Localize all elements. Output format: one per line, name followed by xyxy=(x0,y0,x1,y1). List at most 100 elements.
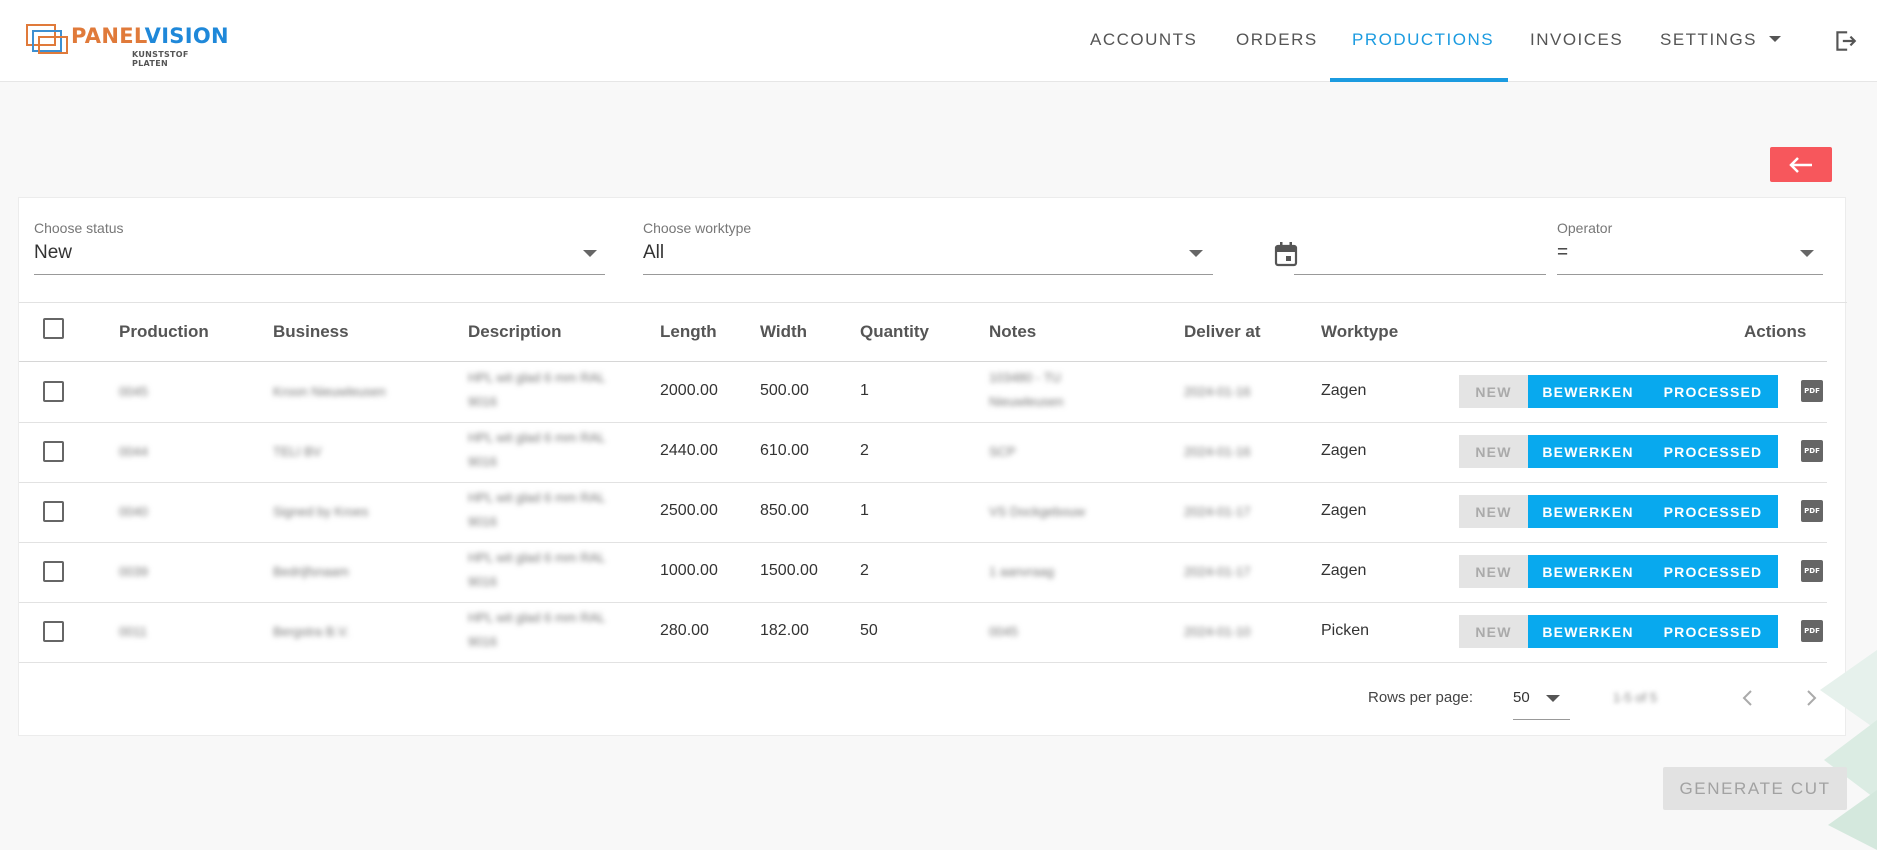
quantity: 1 xyxy=(860,502,869,519)
description: HPL wit glad 6 mm RAL 9016 xyxy=(468,610,606,649)
col-width[interactable]: Width xyxy=(760,322,807,342)
pdf-icon[interactable]: PDF xyxy=(1801,560,1823,582)
worktype: Zagen xyxy=(1321,442,1367,459)
notes: VS Dockgebouw xyxy=(989,504,1086,519)
deliver-date: 2024-01-17 xyxy=(1184,564,1251,579)
worktype: Zagen xyxy=(1321,502,1367,519)
production-id[interactable]: 0040 xyxy=(119,504,148,519)
new-button[interactable]: NEW xyxy=(1459,375,1528,408)
description: HPL wit glad 6 mm RAL 9016 xyxy=(468,550,606,589)
date-input[interactable] xyxy=(1294,220,1546,280)
bewerken-button[interactable]: BEWERKEN xyxy=(1528,435,1648,468)
processed-button[interactable]: PROCESSED xyxy=(1648,555,1778,588)
page-range: 1-5 of 5 xyxy=(1613,690,1658,705)
new-button[interactable]: NEW xyxy=(1459,495,1528,528)
width: 610.00 xyxy=(760,442,809,459)
processed-button[interactable]: PROCESSED xyxy=(1648,495,1778,528)
back-button[interactable] xyxy=(1770,147,1832,182)
operator-select[interactable]: Operator = xyxy=(1557,220,1823,280)
col-description[interactable]: Description xyxy=(468,322,562,342)
chevron-left-icon[interactable] xyxy=(1738,686,1758,710)
business-name: Signed by Kroes xyxy=(273,504,369,519)
dropdown-arrow-icon xyxy=(583,250,597,257)
length: 1000.00 xyxy=(660,562,718,579)
business-name: Kroon Nieuwleusen xyxy=(273,384,386,399)
pdf-icon[interactable]: PDF xyxy=(1801,440,1823,462)
production-id[interactable]: 0039 xyxy=(119,564,148,579)
worktype: Zagen xyxy=(1321,562,1367,579)
decorative-shape xyxy=(1820,650,1877,850)
logout-icon[interactable] xyxy=(1832,28,1858,54)
nav-orders[interactable]: ORDERS xyxy=(1236,30,1318,50)
brand-logo[interactable]: PANELVISION KUNSTSTOF PLATEN xyxy=(26,20,229,68)
new-button[interactable]: NEW xyxy=(1459,615,1528,648)
nav-accounts[interactable]: ACCOUNTS xyxy=(1090,30,1197,50)
status-value: New xyxy=(34,242,73,263)
business-name: Bedrijfsnaam xyxy=(273,564,349,579)
operator-label: Operator xyxy=(1557,220,1613,236)
col-notes[interactable]: Notes xyxy=(989,322,1036,342)
row-checkbox[interactable] xyxy=(43,621,64,642)
nav-productions[interactable]: PRODUCTIONS xyxy=(1352,30,1494,50)
dropdown-arrow-icon xyxy=(1546,695,1560,702)
col-business[interactable]: Business xyxy=(273,322,349,342)
row-checkbox[interactable] xyxy=(43,381,64,402)
notes: 1 aanvraag xyxy=(989,564,1055,579)
status-button-group: NEW BEWERKEN PROCESSED xyxy=(1459,375,1778,408)
width: 500.00 xyxy=(760,382,809,399)
row-checkbox[interactable] xyxy=(43,441,64,462)
active-tab-indicator xyxy=(1330,78,1508,82)
col-quantity[interactable]: Quantity xyxy=(860,322,929,342)
bewerken-button[interactable]: BEWERKEN xyxy=(1528,495,1648,528)
processed-button[interactable]: PROCESSED xyxy=(1648,375,1778,408)
quantity: 50 xyxy=(860,622,878,639)
row-checkbox[interactable] xyxy=(43,501,64,522)
quantity: 2 xyxy=(860,442,869,459)
worktype-value: All xyxy=(643,242,665,263)
nav-settings[interactable]: SETTINGS xyxy=(1660,30,1782,50)
pdf-icon[interactable]: PDF xyxy=(1801,500,1823,522)
notes: 0045 xyxy=(989,624,1018,639)
select-all-checkbox[interactable] xyxy=(43,318,64,339)
pdf-icon[interactable]: PDF xyxy=(1801,380,1823,402)
status-select[interactable]: Choose status New xyxy=(34,220,605,280)
generate-cut-button[interactable]: GENERATE CUT xyxy=(1663,767,1847,810)
worktype-select[interactable]: Choose worktype All xyxy=(643,220,1213,280)
row-checkbox[interactable] xyxy=(43,561,64,582)
worktype: Picken xyxy=(1321,622,1370,639)
rows-per-page-value: 50 xyxy=(1513,689,1530,706)
col-length[interactable]: Length xyxy=(660,322,717,342)
col-worktype[interactable]: Worktype xyxy=(1321,322,1398,342)
width: 1500.00 xyxy=(760,562,818,579)
col-production[interactable]: Production xyxy=(119,322,209,342)
processed-button[interactable]: PROCESSED xyxy=(1648,435,1778,468)
production-id[interactable]: 0044 xyxy=(119,444,148,459)
length: 2500.00 xyxy=(660,502,718,519)
brand-subtitle: KUNSTSTOF PLATEN xyxy=(132,50,189,68)
bewerken-button[interactable]: BEWERKEN xyxy=(1528,615,1648,648)
dropdown-arrow-icon xyxy=(1800,250,1814,257)
deliver-date: 2024-01-17 xyxy=(1184,504,1251,519)
production-id[interactable]: 0011 xyxy=(119,624,147,639)
col-deliver-at[interactable]: Deliver at xyxy=(1184,322,1261,342)
rows-per-page-label: Rows per page: xyxy=(1368,689,1474,706)
description: HPL wit glad 6 mm RAL 9016 xyxy=(468,370,606,409)
status-label: Choose status xyxy=(34,220,124,236)
production-id[interactable]: 0045 xyxy=(119,384,148,399)
nav-invoices[interactable]: INVOICES xyxy=(1530,30,1623,50)
arrow-left-icon xyxy=(1789,156,1812,173)
status-button-group: NEW BEWERKEN PROCESSED xyxy=(1459,435,1778,468)
new-button[interactable]: NEW xyxy=(1459,435,1528,468)
bewerken-button[interactable]: BEWERKEN xyxy=(1528,375,1648,408)
length: 2000.00 xyxy=(660,382,718,399)
notes: SCP xyxy=(989,444,1016,459)
dropdown-arrow-icon xyxy=(1189,250,1203,257)
bewerken-button[interactable]: BEWERKEN xyxy=(1528,555,1648,588)
processed-button[interactable]: PROCESSED xyxy=(1648,615,1778,648)
worktype: Zagen xyxy=(1321,382,1367,399)
pdf-icon[interactable]: PDF xyxy=(1801,620,1823,642)
chevron-right-icon[interactable] xyxy=(1801,686,1821,710)
width: 182.00 xyxy=(760,622,809,639)
new-button[interactable]: NEW xyxy=(1459,555,1528,588)
notes: 103480 - TU Nieuwleusen xyxy=(989,370,1064,409)
